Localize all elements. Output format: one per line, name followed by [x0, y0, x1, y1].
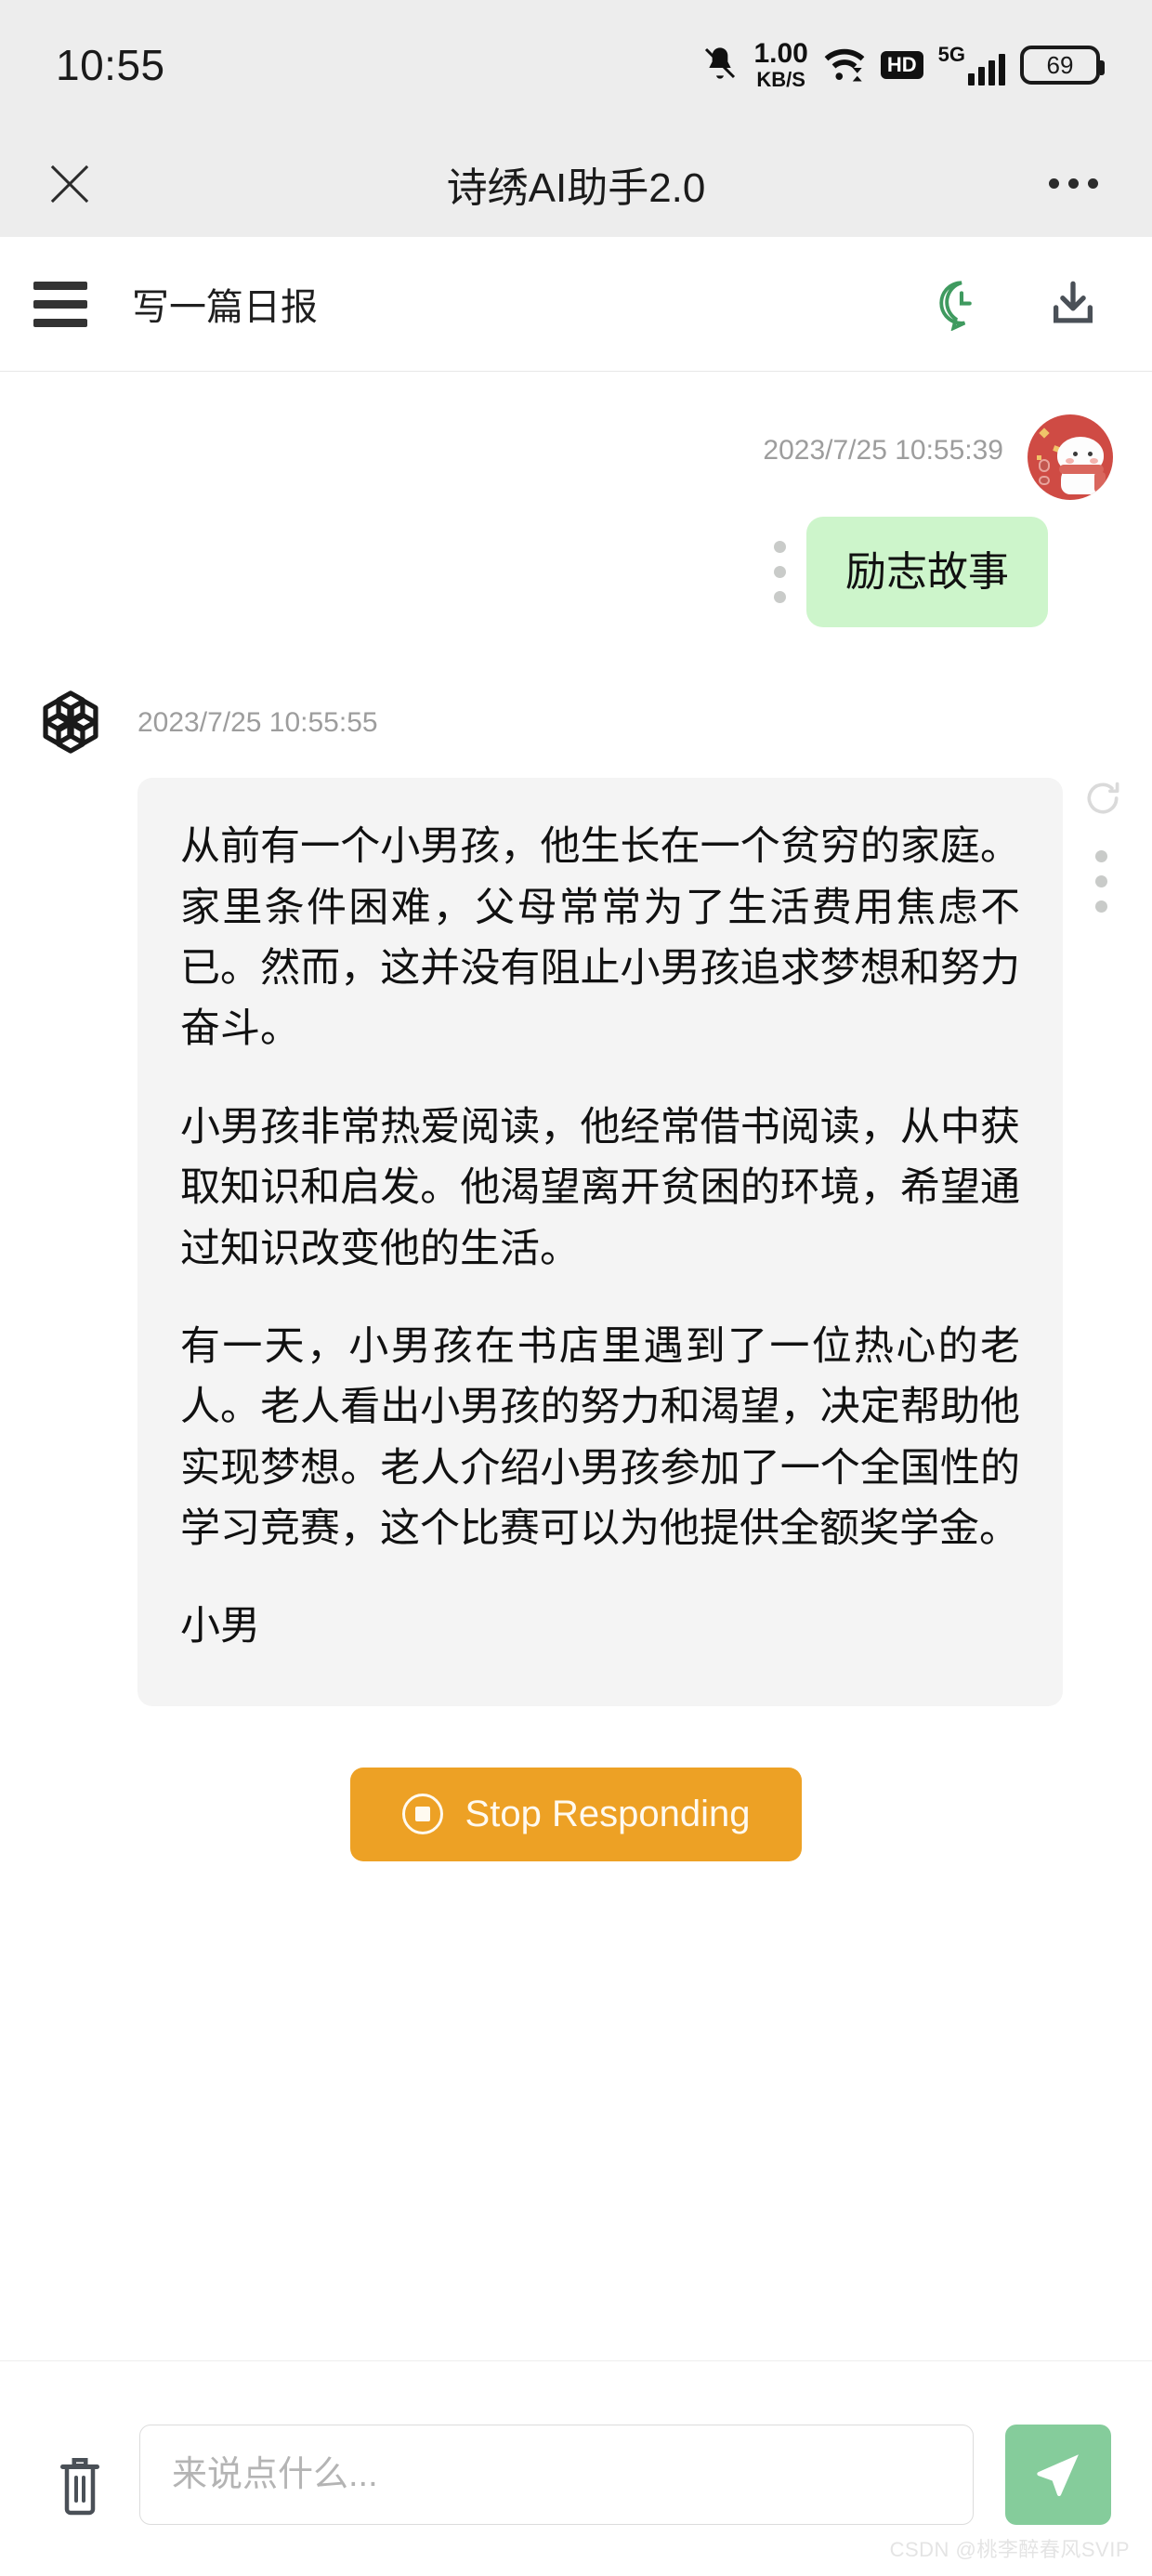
- user-avatar[interactable]: [1028, 414, 1113, 500]
- user-message-header: 2023/7/25 10:55:39: [0, 414, 1152, 500]
- close-icon[interactable]: [43, 157, 97, 211]
- hd-icon: HD: [880, 51, 923, 79]
- status-clock: 10:55: [56, 41, 165, 89]
- page-title: 诗绣AI助手2.0: [446, 164, 706, 211]
- assistant-message-actions: [1080, 778, 1122, 963]
- openai-logo-icon: [32, 683, 110, 761]
- signal-bars: [968, 54, 1005, 85]
- net-speed-unit: KB/S: [756, 68, 805, 91]
- assistant-paragraph: 小男: [180, 1604, 260, 1649]
- conversation-title: 写一篇日报: [132, 287, 318, 328]
- app-root: 10:55 1.00 KB/S HD 5G 69 诗绣AI助手2.0 写一篇日报…: [0, 0, 1152, 2576]
- status-bar: 10:55 1.00 KB/S HD 5G 69: [0, 0, 1152, 130]
- net-speed-value: 1.00: [753, 38, 808, 69]
- chat-history-icon[interactable]: [935, 277, 988, 331]
- message-user: 2023/7/25 10:55:39 励志故事: [0, 372, 1152, 628]
- assistant-bubble-row: 从前有一个小男孩，他生长在一个贫穷的家庭。家里条件困难，父母常常为了生活费用焦虑…: [0, 778, 1152, 1706]
- assistant-paragraph: 从前有一个小男孩，他生长在一个贫穷的家庭。家里条件困难，父母常常为了生活费用焦虑…: [180, 824, 1020, 1052]
- user-message-more-icon[interactable]: [774, 541, 786, 604]
- trash-icon[interactable]: [52, 2452, 108, 2521]
- watermark: CSDN @桃李醉春风SVIP: [889, 2538, 1130, 2561]
- conversation-toolbar: 写一篇日报: [0, 237, 1152, 372]
- send-button[interactable]: [1005, 2425, 1111, 2525]
- message-input-bar: CSDN @桃李醉春风SVIP: [0, 2360, 1152, 2576]
- search-input[interactable]: [139, 2425, 974, 2525]
- assistant-message-header: 2023/7/25 10:55:55: [0, 683, 1152, 761]
- send-icon: [1032, 2448, 1084, 2503]
- bell-muted-icon: [701, 44, 739, 87]
- chat-messages: 2023/7/25 10:55:39 励志故事 2023/7/25 10:55:…: [0, 372, 1152, 2463]
- menu-icon[interactable]: [33, 281, 87, 327]
- battery-icon: 69: [1020, 46, 1105, 85]
- user-bubble-row: 励志故事: [0, 517, 1152, 628]
- assistant-message-bubble[interactable]: 从前有一个小男孩，他生长在一个贫穷的家庭。家里条件困难，父母常常为了生活费用焦虑…: [137, 778, 1063, 1706]
- lantern-decoration: [1035, 459, 1054, 496]
- regenerate-icon[interactable]: [1082, 778, 1119, 815]
- user-message-timestamp: 2023/7/25 10:55:39: [763, 435, 1003, 466]
- net-speed-indicator: 1.00 KB/S: [753, 40, 807, 90]
- bear-illustration: [1054, 437, 1106, 494]
- assistant-paragraph: 有一天，小男孩在书店里遇到了一位热心的老人。老人看出小男孩的努力和渴望，决定帮助…: [180, 1323, 1020, 1551]
- battery-level: 69: [1046, 50, 1074, 79]
- wifi-icon: [823, 44, 866, 87]
- more-icon[interactable]: [1049, 178, 1098, 189]
- status-icons: 1.00 KB/S HD 5G 69: [701, 40, 1105, 90]
- assistant-message-timestamp: 2023/7/25 10:55:55: [137, 707, 378, 739]
- stop-responding-label: Stop Responding: [465, 1793, 751, 1834]
- assistant-paragraph: 小男孩非常热爱阅读，他经常借书阅读，从中获取知识和启发。他渴望离开贫困的环境，希…: [180, 1104, 1020, 1271]
- stop-responding-row: Stop Responding: [0, 1767, 1152, 1861]
- title-bar: 诗绣AI助手2.0: [0, 130, 1152, 237]
- message-assistant: 2023/7/25 10:55:55 从前有一个小男孩，他生长在一个贫穷的家庭。…: [0, 627, 1152, 1706]
- signal-icon: 5G: [938, 45, 1005, 85]
- user-message-bubble[interactable]: 励志故事: [806, 517, 1048, 628]
- download-icon[interactable]: [1046, 277, 1100, 331]
- stop-responding-button[interactable]: Stop Responding: [349, 1767, 803, 1861]
- assistant-message-more-icon[interactable]: [1094, 850, 1107, 913]
- stop-circle-icon: [401, 1794, 443, 1835]
- network-type-label: 5G: [937, 43, 965, 66]
